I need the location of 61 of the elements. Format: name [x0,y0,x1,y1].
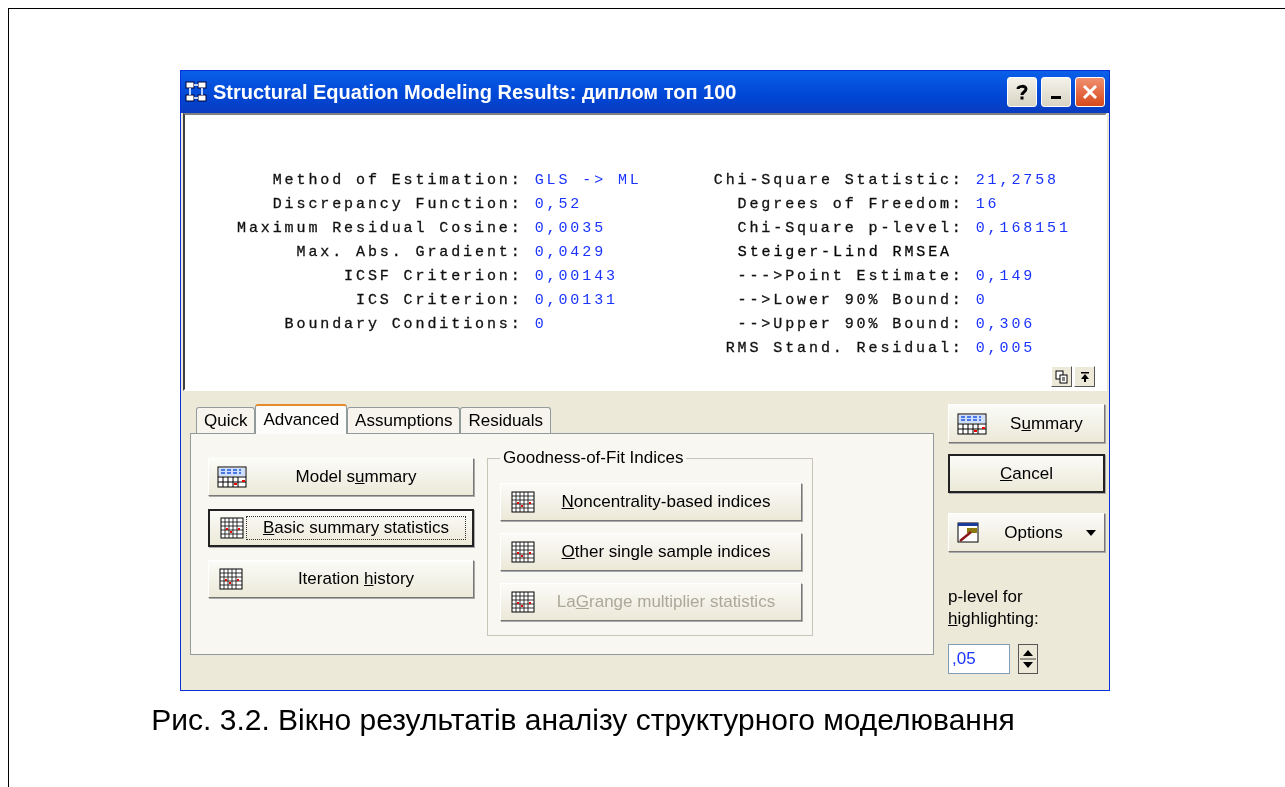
result-label: Chi-Square Statistic: [713,171,964,191]
result-label: ICS Criterion: [355,291,523,311]
result-label: Discrepancy Function: [271,195,523,215]
summary-table-icon [957,412,987,435]
result-label: Method of Estimation: [271,171,523,191]
expand-button[interactable] [1074,366,1095,387]
window-title: Structural Equation Modeling Results: диплом топ 100 [213,80,738,104]
action-button[interactable]: Model summary [208,458,474,496]
result-label: Chi-Square p-level: [736,219,964,239]
close-button[interactable] [1075,77,1105,107]
result-value: 21,2758 [975,171,1060,191]
p-level-label: p-level for highlighting: [948,586,1040,630]
copy-icon [1054,369,1069,384]
figure-caption: Рис. 3.2. Вікно результатів аналізу структурного моделювання [150,703,1016,737]
minimize-button[interactable] [1041,77,1071,107]
result-label: -->Upper 90% Bound: [736,315,964,335]
result-value: 0,52 [534,195,584,215]
result-label: -->Lower 90% Bound: [736,291,964,311]
summary-button[interactable]: Summary [948,404,1105,443]
result-value: 16 [975,195,1001,215]
action-button[interactable]: Basic summary statistics [208,509,474,547]
p-level-field[interactable]: ,05 [948,644,1010,674]
tab[interactable]: Advanced [255,404,348,434]
result-value: 0,005 [975,339,1037,359]
result-value: 0,00131 [534,291,619,311]
spin-button[interactable] [1018,644,1038,674]
hammer-icon [957,521,981,544]
index-button[interactable]: Other single sample indices [500,533,802,571]
result-label: Boundary Conditions: [283,315,523,335]
result-label: Maximum Residual Cosine: [237,219,523,239]
help-button[interactable] [1007,77,1037,107]
result-label: Degrees of Freedom: [736,195,964,215]
result-value: GLS -> ML [534,171,642,191]
summary-table-icon [217,466,247,488]
copy-button[interactable] [1051,366,1072,387]
dropdown-arrow-icon [1086,529,1096,536]
result-heading: Steiger-Lind RMSEA [736,243,953,263]
tab[interactable]: Assumptions [347,407,461,433]
result-label: --->Point Estimate: [736,267,964,287]
minimize-icon [1051,95,1061,99]
action-button[interactable]: Iteration history [208,560,474,598]
result-value: 0,168151 [975,219,1071,239]
result-value: 0,00143 [534,267,619,287]
tab[interactable]: Residuals [460,407,552,433]
up-arrow-icon [1079,370,1090,383]
tab[interactable]: Quick [196,407,256,433]
result-label: Max. Abs. Gradient: [295,243,523,263]
result-value: 0,0035 [534,219,608,239]
result-value: 0,149 [975,267,1037,287]
result-value: 0,306 [975,315,1037,335]
options-button[interactable]: Options [948,513,1105,552]
cancel-button[interactable]: Cancel [948,454,1105,493]
result-value: 0,0429 [534,243,608,263]
result-value: 0 [534,315,548,335]
index-button[interactable]: Noncentrality-based indices [500,483,802,521]
help-icon [1016,84,1028,100]
close-icon [1082,84,1098,100]
result-label: ICSF Criterion: [343,267,523,287]
result-label: RMS Stand. Residual: [724,339,964,359]
app-icon [185,81,207,103]
result-value: 0 [975,291,989,311]
